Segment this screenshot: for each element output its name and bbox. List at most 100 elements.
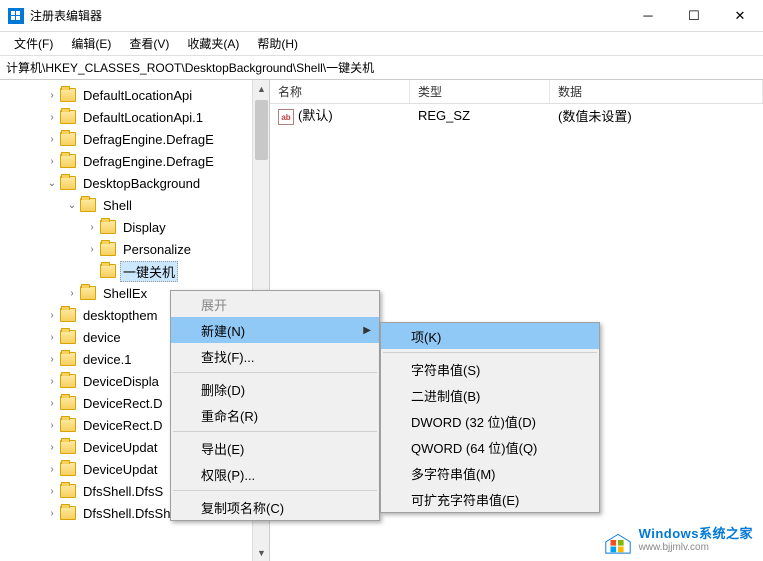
tree-item[interactable]: › DefragEngine.DefragE	[0, 128, 269, 150]
scroll-thumb[interactable]	[255, 100, 268, 160]
tree-item-label: DeviceRect.D	[80, 395, 165, 412]
tree-item[interactable]: 一键关机	[0, 260, 269, 282]
maximize-button[interactable]: ☐	[671, 0, 717, 32]
tree-item-label: ShellEx	[100, 285, 150, 302]
menu-item[interactable]: 字符串值(S)	[381, 356, 599, 382]
menu-item[interactable]: DWORD (32 位)值(D)	[381, 408, 599, 434]
menu-item-label: 可扩充字符串值(E)	[411, 490, 519, 509]
tree-item-label: Shell	[100, 197, 135, 214]
expand-icon[interactable]: ›	[46, 332, 58, 343]
menu-item[interactable]: QWORD (64 位)值(Q)	[381, 434, 599, 460]
collapse-icon[interactable]: ⌄	[46, 178, 58, 189]
tree-item-label: DefaultLocationApi.1	[80, 109, 206, 126]
tree-item-label: DeviceUpdat	[80, 439, 160, 456]
menu-item[interactable]: 可扩充字符串值(E)	[381, 486, 599, 512]
folder-icon	[60, 176, 76, 190]
tree-item-label: Personalize	[120, 241, 194, 258]
menu-item[interactable]: 复制项名称(C)	[171, 494, 379, 520]
value-type: REG_SZ	[410, 108, 550, 123]
expand-icon[interactable]: ›	[46, 134, 58, 145]
watermark-sub: www.bjjmlv.com	[639, 542, 753, 553]
scroll-down-icon[interactable]: ▼	[253, 544, 270, 561]
tree-item[interactable]: ›DefaultLocationApi	[0, 84, 269, 106]
folder-icon	[60, 330, 76, 344]
menu-item[interactable]: 重命名(R)	[171, 402, 379, 428]
tree-item-label: device	[80, 329, 124, 346]
close-button[interactable]: ✕	[717, 0, 763, 32]
menu-item-label: 重命名(R)	[201, 406, 258, 425]
menu-file[interactable]: 文件(F)	[6, 33, 61, 54]
addressbar[interactable]: 计算机\HKEY_CLASSES_ROOT\DesktopBackground\…	[0, 56, 763, 80]
tree-item[interactable]: ⌄ Shell	[0, 194, 269, 216]
expand-icon[interactable]: ›	[46, 464, 58, 475]
value-name: (默认)	[298, 108, 333, 123]
expand-icon[interactable]: ›	[46, 112, 58, 123]
menu-item[interactable]: 二进制值(B)	[381, 382, 599, 408]
menu-item-label: 查找(F)...	[201, 347, 254, 366]
folder-icon	[60, 308, 76, 322]
folder-icon	[60, 132, 76, 146]
menu-item-label: QWORD (64 位)值(Q)	[411, 438, 537, 457]
list-row[interactable]: ab(默认)REG_SZ(数值未设置)	[270, 104, 763, 126]
address-text: 计算机\HKEY_CLASSES_ROOT\DesktopBackground\…	[6, 59, 374, 76]
menu-item-label: 二进制值(B)	[411, 386, 480, 405]
folder-icon	[60, 484, 76, 498]
folder-icon	[60, 418, 76, 432]
expand-icon[interactable]: ›	[46, 156, 58, 167]
expand-icon[interactable]: ›	[86, 222, 98, 233]
expand-icon[interactable]: ›	[46, 508, 58, 519]
folder-icon	[80, 286, 96, 300]
watermark-logo-icon	[603, 525, 633, 555]
context-menu: 展开新建(N)▶查找(F)...删除(D)重命名(R)导出(E)权限(P)...…	[170, 290, 380, 521]
menu-item[interactable]: 导出(E)	[171, 435, 379, 461]
expand-icon[interactable]: ›	[46, 486, 58, 497]
menu-edit[interactable]: 编辑(E)	[63, 33, 119, 54]
expand-icon[interactable]: ›	[46, 90, 58, 101]
folder-icon	[60, 110, 76, 124]
context-submenu-new: 项(K) 字符串值(S) 二进制值(B) DWORD (32 位)值(D) QWORD …	[380, 322, 600, 513]
expand-icon[interactable]: ›	[46, 442, 58, 453]
menu-item[interactable]: 查找(F)...	[171, 343, 379, 369]
menu-item[interactable]: 项(K)	[381, 323, 599, 349]
tree-item-label: DefragEngine.DefragE	[80, 131, 217, 148]
col-header-name[interactable]: 名称	[270, 80, 410, 103]
expand-icon[interactable]: ›	[66, 288, 78, 299]
expand-icon[interactable]: ›	[46, 376, 58, 387]
menu-view[interactable]: 查看(V)	[121, 33, 177, 54]
submenu-arrow-icon: ▶	[363, 325, 371, 336]
menu-item[interactable]: 删除(D)	[171, 376, 379, 402]
col-header-data[interactable]: 数据	[550, 80, 763, 103]
tree-item[interactable]: › DefaultLocationApi.1	[0, 106, 269, 128]
folder-icon	[100, 242, 116, 256]
menu-item-label: DWORD (32 位)值(D)	[411, 412, 536, 431]
expand-icon[interactable]: ›	[46, 398, 58, 409]
tree-item[interactable]: › Personalize	[0, 238, 269, 260]
expand-icon[interactable]: ›	[86, 244, 98, 255]
watermark: Windows系统之家 www.bjjmlv.com	[603, 525, 753, 555]
menu-favorites[interactable]: 收藏夹(A)	[179, 33, 247, 54]
collapse-icon[interactable]: ⌄	[66, 200, 78, 211]
tree-item-label: DfsShell.DfsS	[80, 483, 166, 500]
expand-icon[interactable]: ›	[46, 310, 58, 321]
folder-icon	[60, 440, 76, 454]
watermark-main: Windows系统之家	[639, 527, 753, 541]
menu-item[interactable]: 新建(N)▶	[171, 317, 379, 343]
tree-item[interactable]: ›Display	[0, 216, 269, 238]
expand-icon[interactable]: ›	[46, 354, 58, 365]
minimize-button[interactable]: ─	[625, 0, 671, 32]
string-value-icon: ab	[278, 109, 294, 125]
folder-icon	[60, 154, 76, 168]
scroll-up-icon[interactable]: ▲	[253, 80, 270, 97]
folder-icon	[60, 352, 76, 366]
tree-item[interactable]: ⌄ DesktopBackground	[0, 172, 269, 194]
menu-item-label: 多字符串值(M)	[411, 464, 496, 483]
menu-item[interactable]: 权限(P)...	[171, 461, 379, 487]
tree-item-label: DefragEngine.DefragE	[80, 153, 217, 170]
tree-item[interactable]: › DefragEngine.DefragE	[0, 150, 269, 172]
expand-icon[interactable]: ›	[46, 420, 58, 431]
menu-item[interactable]: 多字符串值(M)	[381, 460, 599, 486]
tree-item-label: 一键关机	[120, 261, 178, 282]
menu-help[interactable]: 帮助(H)	[249, 33, 306, 54]
col-header-type[interactable]: 类型	[410, 80, 550, 103]
tree-item-label: DesktopBackground	[80, 175, 203, 192]
